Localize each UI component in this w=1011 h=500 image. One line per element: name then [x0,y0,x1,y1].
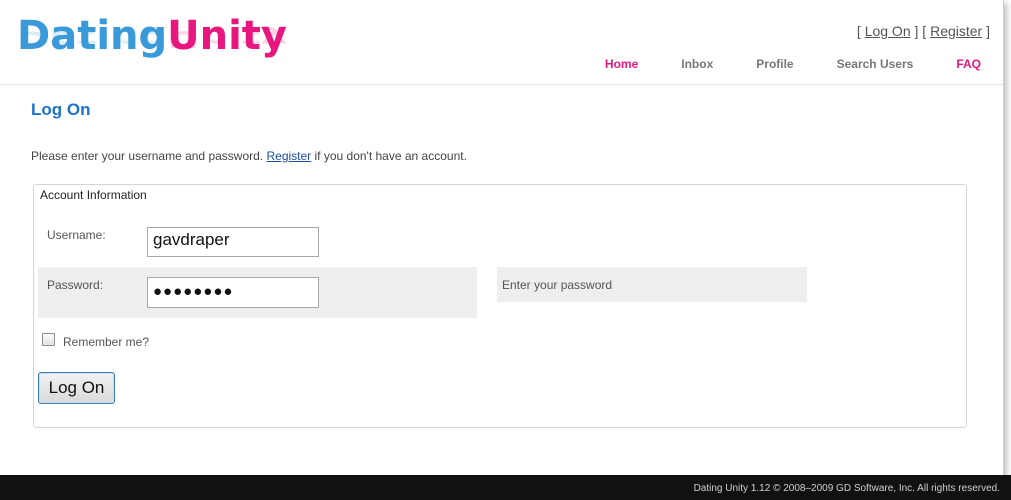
main-nav: Home Inbox Profile Search Users FAQ [562,57,981,71]
nav-inbox[interactable]: Inbox [681,57,713,71]
password-input[interactable]: ●●●●●●●● [147,277,319,308]
logo-reflection: DatingUnity [17,26,288,52]
page-title: Log On [31,100,91,119]
password-hint: Enter your password [502,278,613,292]
username-label: Username: [47,228,106,242]
intro-text: Please enter your username and password.… [31,149,467,163]
remember-me-label: Remember me? [63,335,150,349]
nav-faq[interactable]: FAQ [956,57,981,71]
account-links: [ Log On ] [ Register ] [856,23,990,39]
footer: Dating Unity 1.12 © 2008–2009 GD Softwar… [0,475,1011,500]
intro-register-link[interactable]: Register [266,149,311,163]
fieldset-legend: Account Information [38,188,149,202]
nav-profile[interactable]: Profile [756,57,793,71]
header-divider [0,84,1003,85]
nav-home[interactable]: Home [605,57,638,71]
username-input[interactable]: gavdraper [147,227,319,257]
register-link[interactable]: Register [930,23,982,39]
remember-me-checkbox[interactable] [42,333,55,346]
logo[interactable]: DatingUnity DatingUnity [17,12,287,82]
nav-search-users[interactable]: Search Users [837,57,914,71]
password-label: Password: [47,278,104,292]
log-on-button[interactable]: Log On [38,372,115,404]
footer-copyright: Dating Unity 1.12 © 2008–2009 GD Softwar… [693,483,1000,494]
page-frame: DatingUnity DatingUnity [ Log On ] [ Reg… [0,0,1004,475]
log-on-link[interactable]: Log On [865,23,911,39]
